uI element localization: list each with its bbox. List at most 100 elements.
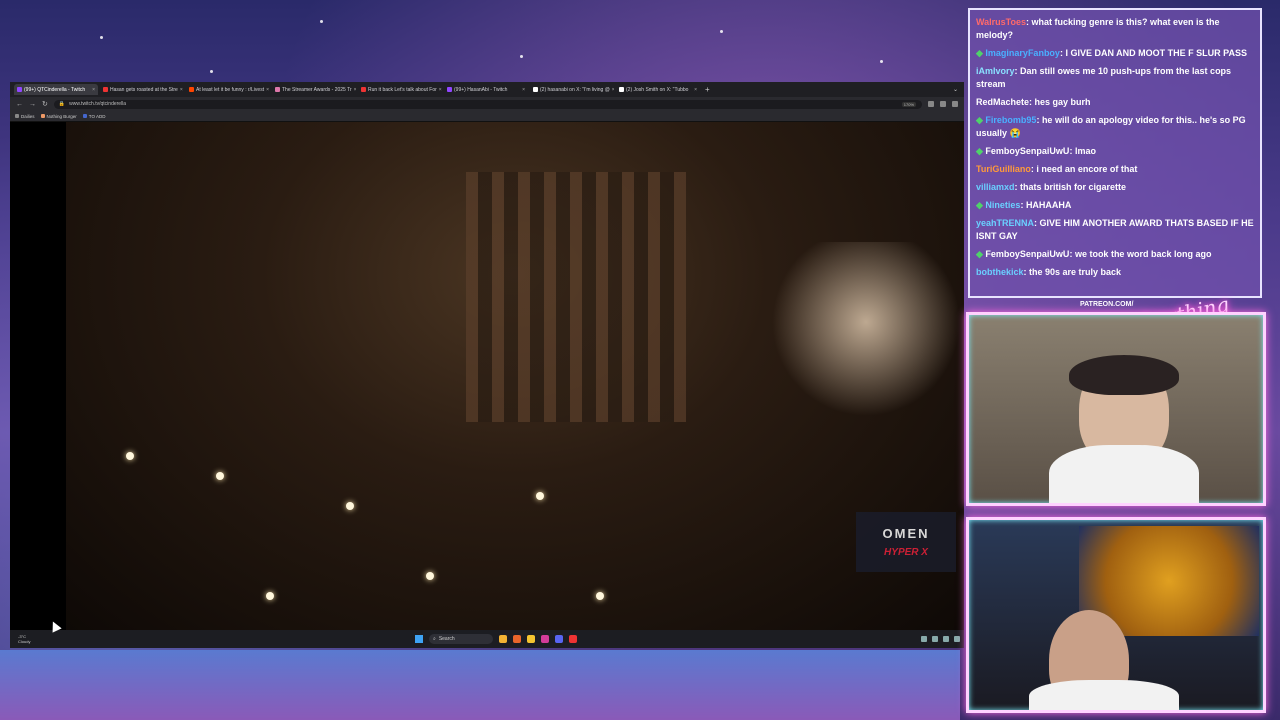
network-icon[interactable]: [932, 636, 938, 642]
bookmark-item[interactable]: TO ADD: [82, 114, 105, 119]
sub-badge-icon: ◆: [976, 249, 986, 259]
chat-username[interactable]: bobthekick: [976, 267, 1024, 277]
chrome-icon[interactable]: [569, 635, 577, 643]
tab-label: (99+) HasanAbi - Twitch: [454, 86, 508, 93]
chat-username[interactable]: FemboySenpaiUwU: [985, 146, 1069, 156]
chat-text: we took the word back long ago: [1074, 249, 1212, 259]
bookmark-item[interactable]: Dailies: [15, 114, 35, 119]
chat-username[interactable]: FemboySenpaiUwU: [985, 249, 1069, 259]
tab-close-icon[interactable]: ×: [354, 87, 356, 93]
streamer-shirt: [1049, 445, 1199, 503]
browser-tab[interactable]: (2) hasanabi on X: "I'm living @ ×: [530, 84, 614, 95]
chat-text: I GIVE DAN AND MOOT THE F SLUR PASS: [1065, 48, 1247, 58]
bookmark-icon: [15, 114, 19, 118]
chat-username[interactable]: villiamxd: [976, 182, 1015, 192]
chat-username[interactable]: ImaginaryFanboy: [985, 48, 1060, 58]
star: [320, 20, 323, 23]
tab-favicon-icon: [17, 87, 22, 92]
chat-text: i need an encore of that: [1036, 164, 1138, 174]
chat-username[interactable]: RedMachete: [976, 97, 1029, 107]
tab-close-icon[interactable]: ×: [694, 87, 697, 93]
hyperx-logo: HYPER X: [884, 547, 928, 558]
tab-close-icon[interactable]: ×: [266, 87, 269, 93]
tab-favicon-icon: [103, 87, 108, 92]
url-field[interactable]: 🔒 www.twitch.tv/qtcinderella 170%: [53, 99, 922, 109]
table-light: [596, 592, 604, 600]
firefox-icon[interactable]: [513, 635, 521, 643]
menu-icon[interactable]: [952, 101, 958, 107]
bookmark-icon: [40, 114, 45, 118]
windows-start-icon[interactable]: [415, 635, 423, 643]
chat-username[interactable]: iAmIvory: [976, 66, 1015, 76]
chat-message: yeahTRENNA: GIVE HIM ANOTHER AWARD THATS…: [976, 217, 1254, 243]
tab-close-icon[interactable]: ×: [612, 87, 614, 93]
weather-widget[interactable]: -3°C Cloudy: [18, 634, 30, 644]
tab-close-icon[interactable]: ×: [522, 87, 525, 93]
tab-favicon-icon: [533, 87, 538, 92]
chat-message: ◆ FemboySenpaiUwU: we took the word back…: [976, 248, 1254, 261]
tab-label: At least let it be funny : r/Livest: [196, 86, 265, 93]
tab-favicon-icon: [361, 87, 366, 92]
stage-lights: [766, 242, 964, 442]
bookmarks-bar: Dailies Nothing Burger TO ADD: [10, 111, 964, 122]
browser-tab[interactable]: (99+) QTCinderella - Twitch ×: [14, 84, 98, 95]
headphones-icon: [1069, 355, 1179, 395]
chat-username[interactable]: Firebomb95: [985, 115, 1036, 125]
notification-icon[interactable]: [954, 636, 960, 642]
browser-tab[interactable]: (2) Josh Smith on X: "Tubbo ×: [616, 84, 700, 95]
volume-icon[interactable]: [943, 636, 949, 642]
chat-username[interactable]: WalrusToes: [976, 17, 1026, 27]
tab-close-icon[interactable]: ×: [439, 87, 442, 93]
tab-label: Hasan gets roasted at the Stre: [110, 86, 178, 93]
browser-tab[interactable]: At least let it be funny : r/Livest ×: [186, 84, 270, 95]
download-icon[interactable]: [928, 101, 934, 107]
tab-search-icon[interactable]: ⌄: [953, 86, 958, 93]
tray-chevron-icon[interactable]: [921, 636, 927, 642]
sub-badge-icon: ◆: [976, 146, 986, 156]
background-ground: [0, 650, 960, 720]
webcam-streamer: [966, 312, 1266, 506]
new-tab-button[interactable]: +: [705, 85, 710, 94]
search-icon: ⌕: [433, 636, 436, 642]
tab-favicon-icon: [619, 87, 624, 92]
chat-username[interactable]: yeahTRENNA: [976, 218, 1034, 228]
bookmark-label: Nothing Burger: [46, 113, 77, 119]
discord-icon[interactable]: [555, 635, 563, 643]
table-light: [426, 572, 434, 580]
tab-favicon-icon: [447, 87, 452, 92]
browser-tab[interactable]: Run it back Let's talk about For ×: [358, 84, 442, 95]
tab-label: The Streamer Awards - 2025 Tr: [282, 86, 352, 93]
extension-icon[interactable]: [940, 101, 946, 107]
chat-username[interactable]: Nineties: [985, 200, 1020, 210]
tab-favicon-icon: [189, 87, 194, 92]
tab-label: (2) hasanabi on X: "I'm living @: [540, 86, 610, 93]
chat-username[interactable]: TuriGuilliano: [976, 164, 1031, 174]
forward-icon[interactable]: →: [29, 101, 36, 108]
patreon-link: PATREON.COM/: [1080, 301, 1134, 308]
tab-close-icon[interactable]: ×: [92, 87, 95, 93]
chat-message: bobthekick: the 90s are truly back: [976, 266, 1254, 279]
chat-text: thats british for cigarette: [1020, 182, 1127, 192]
chat-message: villiamxd: thats british for cigarette: [976, 181, 1254, 194]
table-light: [266, 592, 274, 600]
zoom-badge[interactable]: 170%: [901, 101, 916, 107]
bookmark-item[interactable]: Nothing Burger: [40, 113, 77, 119]
back-icon[interactable]: ←: [16, 101, 23, 108]
tab-label: (99+) QTCinderella - Twitch: [24, 86, 86, 93]
chat-message: WalrusToes: what fucking genre is this? …: [976, 16, 1254, 42]
file-explorer-icon[interactable]: [499, 635, 507, 643]
browser-tab[interactable]: The Streamer Awards - 2025 Tr ×: [272, 84, 356, 95]
chat-text: hes gay burh: [1034, 97, 1091, 107]
star: [520, 55, 523, 58]
folder-icon[interactable]: [527, 635, 535, 643]
reload-icon[interactable]: ↻: [42, 100, 48, 108]
chat-message: ◆ ImaginaryFanboy: I GIVE DAN AND MOOT T…: [976, 47, 1254, 60]
tab-close-icon[interactable]: ×: [180, 87, 183, 93]
lock-icon: 🔒: [58, 101, 66, 107]
system-tray: [921, 636, 960, 642]
taskbar-search[interactable]: ⌕ Search: [429, 634, 493, 644]
stream-video[interactable]: OMEN HYPER X: [66, 122, 964, 630]
app-icon[interactable]: [541, 635, 549, 643]
browser-tab[interactable]: Hasan gets roasted at the Stre ×: [100, 84, 184, 95]
browser-tab[interactable]: (99+) HasanAbi - Twitch ×: [444, 84, 528, 95]
